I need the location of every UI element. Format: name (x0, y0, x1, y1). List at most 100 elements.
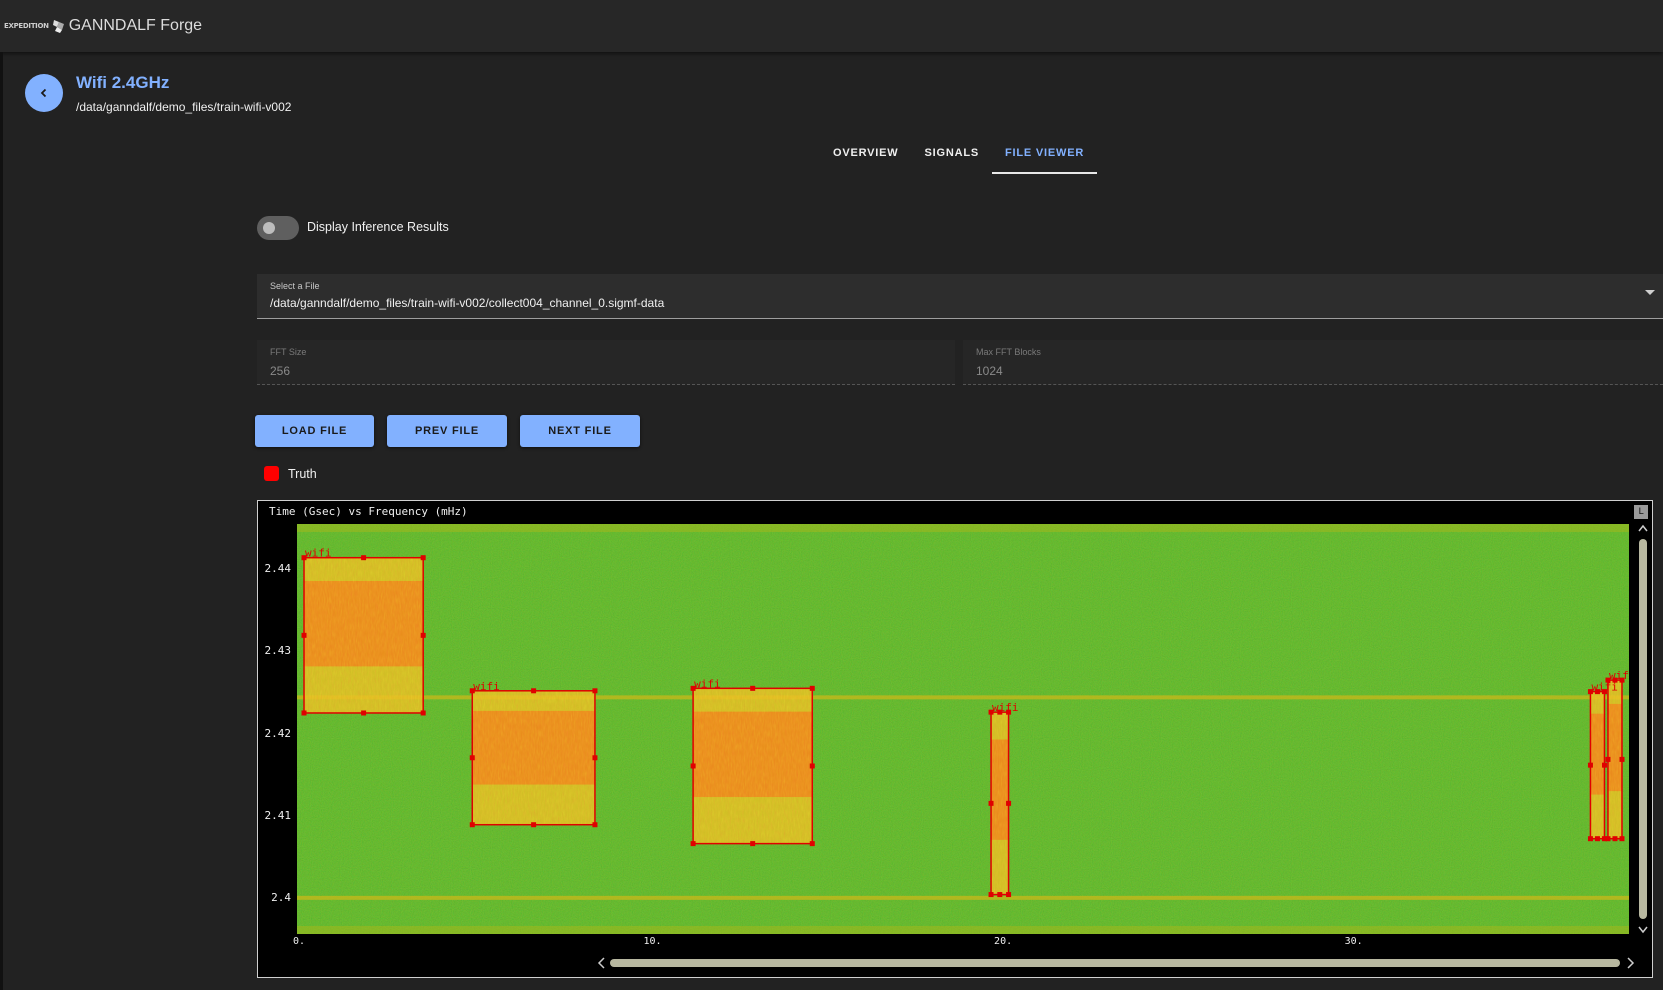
box-handle[interactable] (1587, 762, 1593, 768)
box-handle[interactable] (592, 755, 598, 761)
max-fft-blocks-field[interactable]: Max FFT Blocks 1024 (963, 340, 1663, 385)
box-handle[interactable] (469, 822, 475, 828)
spectral-line (297, 895, 1629, 900)
box-handle[interactable] (301, 632, 307, 638)
box-handle[interactable] (988, 800, 994, 806)
back-button[interactable] (25, 74, 63, 112)
legend-swatch (264, 466, 279, 481)
page-title: Wifi 2.4GHz (76, 73, 170, 92)
forge-logo-icon (52, 20, 64, 33)
box-handle[interactable] (988, 892, 994, 898)
box-handle[interactable] (690, 841, 696, 847)
dataset-path: /data/ganndalf/demo_files/train-wifi-v00… (76, 100, 292, 114)
box-handle[interactable] (1006, 892, 1012, 898)
signal-energy-texture (693, 688, 813, 844)
box-handle[interactable] (809, 685, 815, 691)
box-handle[interactable] (1006, 800, 1012, 806)
box-handle[interactable] (361, 555, 367, 561)
prev-file-button[interactable]: PREV FILE (387, 415, 507, 447)
y-tick-label: 2.4 (271, 890, 291, 904)
box-handle[interactable] (301, 710, 307, 716)
signal-energy-texture (304, 557, 424, 713)
fft-size-label: FFT Size (270, 347, 307, 357)
signal-energy-texture (991, 712, 1009, 895)
bottom-edge-band (297, 926, 1629, 934)
tab-bar: OVERVIEW SIGNALS FILE VIEWER (820, 136, 1098, 174)
file-select[interactable]: Select a File /data/ganndalf/demo_files/… (257, 274, 1663, 319)
vertical-scrollbar[interactable] (1636, 523, 1650, 935)
box-handle[interactable] (1587, 836, 1593, 842)
signal-energy-texture (472, 690, 595, 825)
box-handle[interactable] (469, 755, 475, 761)
fft-size-value: 256 (270, 364, 291, 378)
box-handle[interactable] (1612, 836, 1618, 842)
company-logo: EXPEDITION (4, 22, 49, 30)
truth-box-label: wifi (1609, 669, 1629, 682)
box-handle[interactable] (1619, 836, 1625, 842)
tab-overview[interactable]: OVERVIEW (820, 136, 912, 172)
top-edge-band (297, 524, 1629, 532)
file-select-value: /data/ganndalf/demo_files/train-wifi-v00… (270, 296, 665, 310)
app-title: GANNDALF Forge (68, 17, 203, 34)
y-tick-label: 2.41 (264, 808, 292, 822)
box-handle[interactable] (809, 763, 815, 769)
toggle-thumb (263, 222, 275, 234)
box-handle[interactable] (592, 822, 598, 828)
chevron-left-icon (40, 88, 47, 98)
box-handle[interactable] (1601, 762, 1607, 768)
box-handle[interactable] (531, 688, 537, 694)
file-select-label: Select a File (270, 281, 320, 291)
inference-toggle[interactable] (257, 216, 299, 240)
plot-title: Time (Gsec) vs Frequency (mHz) (269, 505, 468, 518)
x-tick-label: 20. (994, 936, 1013, 947)
vertical-scroll-thumb[interactable] (1639, 539, 1647, 919)
y-tick-label: 2.44 (264, 562, 292, 576)
x-tick-label: 10. (643, 936, 662, 947)
box-handle[interactable] (809, 841, 815, 847)
chevron-right-icon[interactable] (1627, 957, 1635, 969)
chevron-down-icon[interactable] (1638, 926, 1648, 934)
x-tick-label: 0. (293, 936, 306, 947)
box-handle[interactable] (361, 710, 367, 716)
left-edge-divider (0, 52, 3, 990)
truth-box-label: wifi (694, 677, 721, 690)
box-handle[interactable] (531, 822, 537, 828)
fft-size-field[interactable]: FFT Size 256 (257, 340, 955, 385)
box-handle[interactable] (420, 632, 426, 638)
legend-label: Truth (288, 466, 317, 481)
box-handle[interactable] (997, 892, 1003, 898)
horizontal-scrollbar[interactable] (596, 955, 1636, 971)
box-handle[interactable] (420, 710, 426, 716)
y-tick-label: 2.43 (264, 644, 292, 658)
chevron-up-icon[interactable] (1638, 524, 1648, 532)
truth-box-label: wifi (992, 701, 1019, 714)
box-handle[interactable] (592, 688, 598, 694)
box-handle[interactable] (1594, 836, 1600, 842)
tab-file-viewer[interactable]: FILE VIEWER (992, 136, 1098, 174)
truth-box-label: wifi (473, 680, 500, 693)
y-tick-label: 2.42 (264, 726, 292, 740)
truth-box-label: wifi (305, 547, 332, 560)
max-fft-blocks-label: Max FFT Blocks (976, 347, 1041, 357)
box-handle[interactable] (1619, 756, 1625, 762)
box-handle[interactable] (420, 555, 426, 561)
spectrogram-svg: wifiwifiwifiwifiwifiwifi (297, 524, 1629, 934)
box-handle[interactable] (690, 763, 696, 769)
inference-toggle-label: Display Inference Results (307, 220, 449, 234)
app-bar: EXPEDITION GANNDALF Forge (0, 0, 1663, 52)
layer-toggle-button[interactable]: L (1634, 505, 1648, 519)
box-handle[interactable] (1605, 756, 1611, 762)
max-fft-blocks-value: 1024 (976, 364, 1003, 378)
next-file-button[interactable]: NEXT FILE (520, 415, 640, 447)
box-handle[interactable] (750, 841, 756, 847)
x-tick-label: 30. (1344, 936, 1363, 947)
legend-item-truth[interactable]: Truth (264, 466, 317, 481)
chevron-left-icon[interactable] (597, 957, 605, 969)
caret-down-icon (1645, 290, 1655, 295)
horizontal-scroll-thumb[interactable] (610, 959, 1620, 967)
spectrogram-canvas[interactable]: wifiwifiwifiwifiwifiwifi (297, 524, 1629, 934)
box-handle[interactable] (1605, 836, 1611, 842)
box-handle[interactable] (750, 685, 756, 691)
tab-signals[interactable]: SIGNALS (912, 136, 993, 172)
load-file-button[interactable]: LOAD FILE (255, 415, 374, 447)
